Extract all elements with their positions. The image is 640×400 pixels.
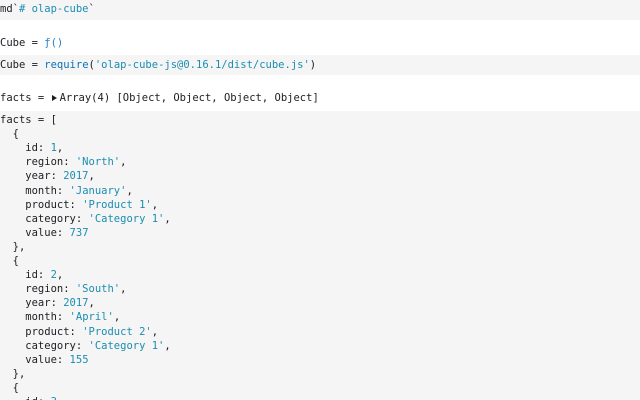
code-line: { xyxy=(0,381,19,394)
code-line: product: 'Product 1', xyxy=(0,198,158,212)
equals-sign: = xyxy=(25,59,45,71)
punctuation: , xyxy=(57,396,63,400)
code-line: value: 155 xyxy=(0,353,89,367)
property-value: 737 xyxy=(69,226,89,239)
punctuation: , xyxy=(120,156,127,169)
punctuation: , xyxy=(56,269,64,282)
cube-require-source: Cube = require('olap-cube-js@0.16.1/dist… xyxy=(0,58,316,72)
code-line: { xyxy=(0,128,19,141)
punctuation: , xyxy=(113,311,121,324)
property-key: product: xyxy=(0,198,83,211)
code-line: }, xyxy=(0,367,26,380)
property-value: 'Category 1' xyxy=(88,339,165,352)
equals-sign: = xyxy=(25,37,45,49)
code-line: id: 2, xyxy=(0,268,63,282)
markdown-source: md`# olap-cube` xyxy=(0,2,95,16)
property-value: 'North' xyxy=(75,156,121,169)
property-value: 2017 xyxy=(63,170,89,183)
variable-name: facts xyxy=(0,92,32,104)
code-line: region: 'North', xyxy=(0,155,126,169)
property-value: 'Category 1' xyxy=(88,212,165,225)
code-line: facts = [ xyxy=(0,114,57,126)
property-key: category: xyxy=(0,339,89,352)
punctuation: , xyxy=(88,170,95,183)
code-line: year: 2017, xyxy=(0,296,95,310)
markdown-cell[interactable]: md`# olap-cube` xyxy=(0,0,640,20)
property-value: 'April' xyxy=(69,311,114,324)
punctuation: , xyxy=(164,212,171,225)
code-line: region: 'South', xyxy=(0,282,126,296)
md-tag: md` xyxy=(0,3,19,15)
punctuation: , xyxy=(56,142,64,155)
property-key: id: xyxy=(0,269,51,282)
function-value[interactable]: ƒ() xyxy=(44,37,63,49)
property-key: value: xyxy=(0,353,70,366)
md-close: ` xyxy=(88,3,95,15)
property-value: 'January' xyxy=(69,184,127,197)
punctuation: , xyxy=(120,283,127,296)
paren-close: ) xyxy=(309,59,317,71)
property-value: 'Product 1' xyxy=(82,198,152,211)
property-key: month: xyxy=(0,311,70,324)
variable-name: Cube xyxy=(0,59,26,71)
module-path: 'olap-cube-js@0.16.1/dist/cube.js' xyxy=(94,59,310,71)
punctuation: , xyxy=(88,297,95,310)
facts-output-cell[interactable]: facts = Array(4) [Object, Object, Object… xyxy=(0,90,640,106)
array-summary[interactable]: Array(4) [Object, Object, Object, Object… xyxy=(60,92,319,104)
code-line: year: 2017, xyxy=(0,169,95,183)
facts-output: facts = Array(4) [Object, Object, Object… xyxy=(0,91,319,105)
punctuation: , xyxy=(126,184,133,197)
property-key: value: xyxy=(0,226,70,239)
property-key: year: xyxy=(0,297,64,310)
property-key: year: xyxy=(0,170,64,183)
property-value: 2017 xyxy=(63,297,89,310)
property-key: month: xyxy=(0,184,70,197)
cube-function-cell[interactable]: Cube = ƒ() xyxy=(0,35,640,51)
code-line: value: 737 xyxy=(0,226,89,240)
property-key: region: xyxy=(0,283,76,296)
punctuation: , xyxy=(151,325,159,338)
code-line: month: 'January', xyxy=(0,184,133,198)
cube-function-output: Cube = ƒ() xyxy=(0,36,63,50)
code-line: id: 1, xyxy=(0,141,63,155)
md-content: # olap-cube xyxy=(18,3,89,15)
code-line: id: 3, xyxy=(0,395,63,400)
cube-require-cell[interactable]: Cube = require('olap-cube-js@0.16.1/dist… xyxy=(0,55,640,75)
facts-source-cell[interactable]: facts = [ { id: 1, region: 'North', year… xyxy=(0,111,640,400)
property-key: category: xyxy=(0,212,89,225)
code-line: month: 'April', xyxy=(0,310,120,324)
property-value: 155 xyxy=(69,353,89,366)
property-value: 'South' xyxy=(75,283,121,296)
expand-caret-icon[interactable] xyxy=(51,94,57,101)
code-line: category: 'Category 1', xyxy=(0,339,171,353)
property-key: id: xyxy=(0,396,51,400)
code-line: }, xyxy=(0,240,26,253)
property-key: id: xyxy=(0,142,51,155)
equals-sign: = xyxy=(31,92,51,104)
property-value: 'Product 2' xyxy=(82,325,152,338)
variable-name: Cube xyxy=(0,37,26,49)
punctuation: , xyxy=(151,198,159,211)
punctuation: , xyxy=(164,339,171,352)
property-key: product: xyxy=(0,325,83,338)
require-call: require xyxy=(44,59,89,71)
property-key: region: xyxy=(0,156,76,169)
code-line: { xyxy=(0,255,19,267)
code-line: product: 'Product 2', xyxy=(0,325,158,339)
code-line: category: 'Category 1', xyxy=(0,212,171,226)
